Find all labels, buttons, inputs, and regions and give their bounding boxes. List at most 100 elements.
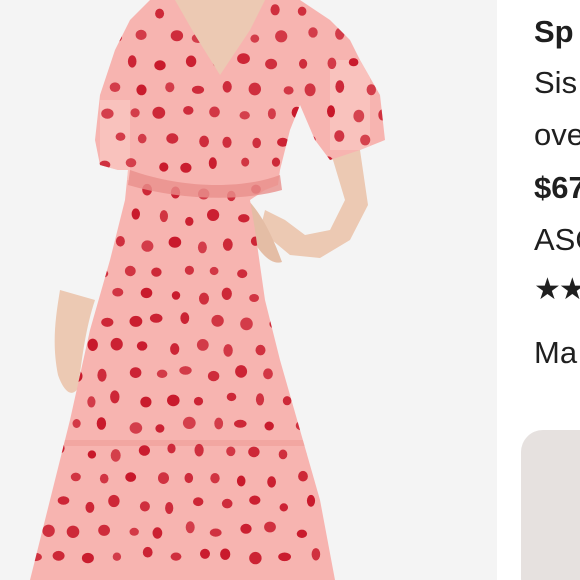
polka-dot [267, 476, 276, 488]
polka-dot [101, 317, 114, 327]
polka-dot [298, 470, 308, 482]
polka-dot [240, 523, 252, 534]
polka-dot [239, 111, 250, 120]
polka-dot [299, 58, 308, 69]
polka-dot [149, 313, 163, 323]
polka-dot [110, 449, 121, 462]
polka-dot [125, 158, 137, 168]
polka-dot [184, 472, 194, 484]
polka-dot [136, 84, 147, 96]
polka-dot [306, 494, 316, 507]
polka-dot [199, 135, 210, 148]
polka-dot [223, 344, 233, 357]
polka-dot [366, 84, 376, 96]
polka-dot [264, 421, 274, 431]
related-product-thumbnail[interactable] [521, 430, 580, 580]
polka-dot [193, 396, 204, 406]
polka-dot [136, 341, 148, 351]
polka-dot [170, 552, 182, 561]
polka-dot [255, 344, 266, 356]
polka-dot [264, 521, 276, 533]
polka-dot [184, 265, 194, 275]
polka-dot [208, 157, 217, 170]
polka-dot [255, 393, 265, 406]
polka-dot [85, 501, 95, 513]
polka-dot [237, 53, 250, 64]
polka-dot [57, 496, 70, 505]
polka-dot [209, 106, 220, 118]
polka-dot [237, 269, 248, 279]
polka-dot [124, 265, 136, 277]
polka-dot [101, 108, 114, 119]
polka-dot [70, 472, 81, 482]
polka-dot [170, 30, 184, 42]
polka-dot [238, 214, 250, 223]
polka-dot [66, 525, 80, 538]
polka-dot [97, 368, 107, 382]
polka-dot [240, 317, 253, 331]
polka-dot [156, 369, 168, 378]
product-title[interactable]: Sp [534, 14, 574, 50]
polka-dot [265, 58, 278, 70]
polka-dot [180, 312, 190, 324]
polka-dot [158, 472, 169, 484]
polka-dot [200, 548, 210, 559]
polka-dot [296, 529, 308, 538]
polka-dot [110, 390, 120, 404]
rating-stars-icon[interactable]: ★★ [534, 272, 580, 307]
more-info-link[interactable]: Ma [534, 335, 577, 371]
polka-dot [140, 396, 152, 408]
polka-dot [327, 57, 337, 69]
polka-dot [236, 475, 246, 487]
polka-dot [185, 521, 195, 534]
polka-dot [167, 443, 176, 454]
polka-dot [297, 6, 307, 16]
polka-dot [152, 106, 166, 119]
polka-dot [211, 314, 224, 327]
polka-dot [96, 417, 107, 430]
polka-dot [87, 450, 97, 459]
polka-dot [210, 473, 220, 484]
polka-dot [308, 27, 318, 38]
polka-dot [185, 216, 194, 226]
polka-dot [220, 548, 231, 560]
polka-dot [165, 82, 175, 93]
polka-dot [199, 292, 209, 305]
polka-dot [249, 495, 261, 505]
polka-dot [115, 236, 125, 247]
polka-dot [139, 501, 150, 512]
polka-dot [282, 396, 292, 406]
polka-dot [222, 136, 232, 148]
polka-dot [275, 30, 288, 43]
polka-dot [87, 396, 96, 408]
polka-dot [72, 419, 81, 428]
polka-dot [348, 58, 359, 67]
polka-dot [42, 524, 55, 537]
polka-dot [129, 527, 139, 536]
dress-image [0, 0, 497, 580]
polka-dot [125, 472, 137, 482]
polka-dot [248, 446, 260, 458]
product-photo[interactable] [0, 0, 497, 580]
polka-dot [87, 338, 98, 351]
polka-dot [278, 552, 291, 562]
polka-dot [353, 109, 365, 123]
polka-dot [98, 524, 110, 536]
polka-dot [209, 528, 222, 537]
polka-dot [311, 548, 321, 561]
polka-dot [335, 80, 345, 93]
seller-name[interactable]: Sis [534, 65, 577, 101]
polka-dot [140, 287, 153, 299]
polka-dot [222, 81, 232, 93]
polka-dot [221, 498, 233, 509]
polka-dot [152, 527, 163, 539]
polka-dot [334, 130, 345, 142]
polka-dot [263, 368, 273, 380]
polka-dot [185, 55, 197, 68]
polka-dot [131, 208, 140, 220]
polka-dot [166, 133, 179, 144]
polka-dot [248, 82, 261, 96]
polka-dot [129, 315, 143, 327]
polka-dot [110, 337, 123, 351]
polka-dot [214, 417, 224, 430]
